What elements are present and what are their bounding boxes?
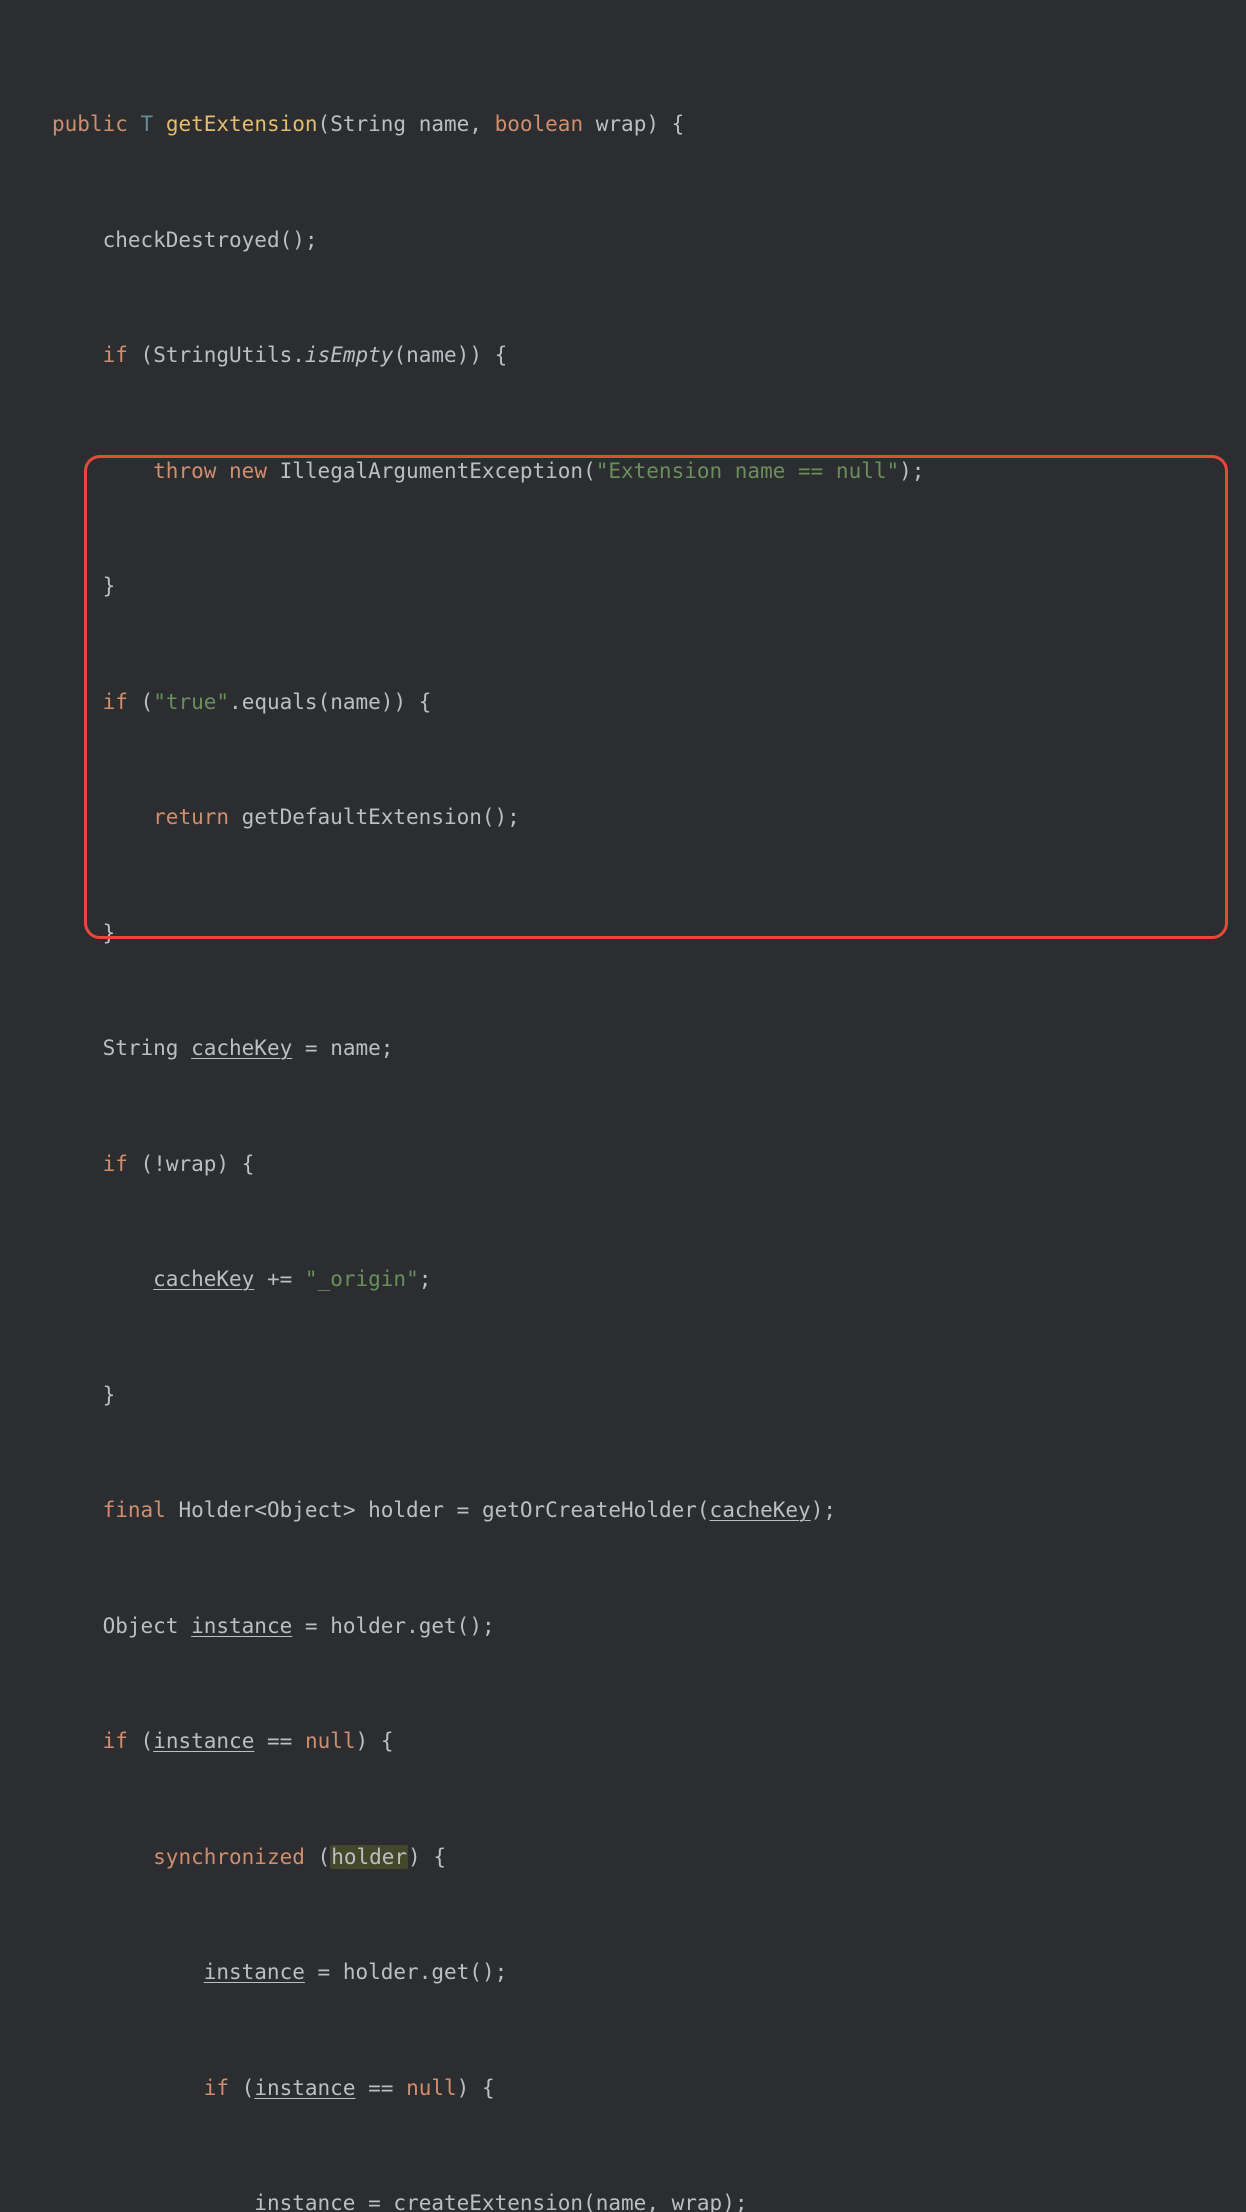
code-line: String cacheKey = name; [0, 1029, 1246, 1068]
code-line: } [0, 914, 1246, 953]
generic-type: T [141, 112, 154, 136]
code-line: return getDefaultExtension(); [0, 798, 1246, 837]
code-line: if (!wrap) { [0, 1145, 1246, 1184]
code-line: synchronized (holder) { [0, 1838, 1246, 1877]
code-line: Object instance = holder.get(); [0, 1607, 1246, 1646]
code-line: } [0, 567, 1246, 606]
keyword-public: public [52, 112, 128, 136]
code-line: if (instance == null) { [0, 2069, 1246, 2108]
code-line: if ("true".equals(name)) { [0, 683, 1246, 722]
code-line: instance = holder.get(); [0, 1953, 1246, 1992]
code-line: checkDestroyed(); [0, 221, 1246, 260]
code-line: instance = createExtension(name, wrap); [0, 2184, 1246, 2212]
code-line: } [0, 1376, 1246, 1415]
code-line: final Holder<Object> holder = getOrCreat… [0, 1491, 1246, 1530]
code-editor[interactable]: public T getExtension(String name, boole… [0, 0, 1246, 2212]
code-line: if (StringUtils.isEmpty(name)) { [0, 336, 1246, 375]
code-line: cacheKey += "_origin"; [0, 1260, 1246, 1299]
code-line: if (instance == null) { [0, 1722, 1246, 1761]
method-name: getExtension [166, 112, 318, 136]
highlighted-holder: holder [330, 1845, 408, 1869]
code-line: public T getExtension(String name, boole… [0, 105, 1246, 144]
code-line: throw new IllegalArgumentException("Exte… [0, 452, 1246, 491]
